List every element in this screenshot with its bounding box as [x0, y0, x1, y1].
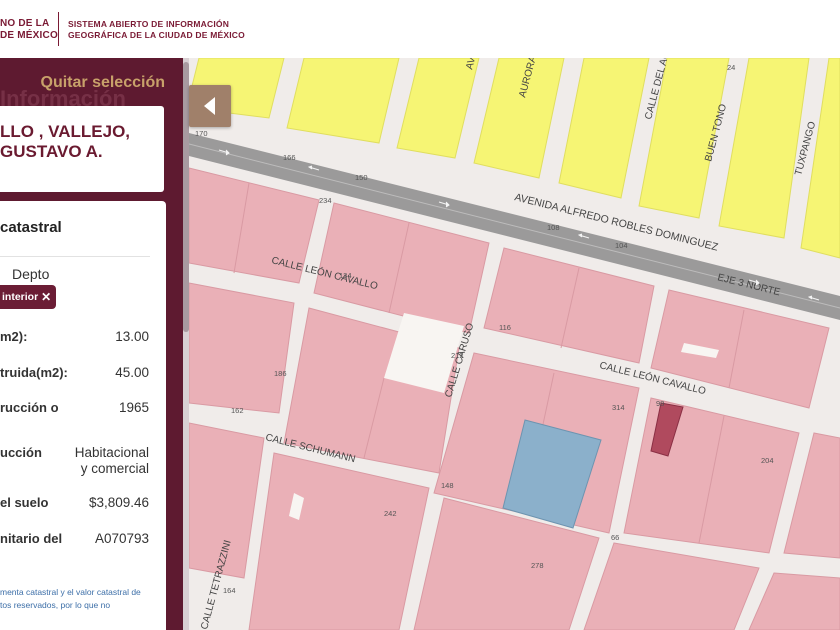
system-title-line1: SISTEMA ABIERTO DE INFORMACIÓN [68, 19, 230, 29]
house-number: 234 [319, 196, 332, 205]
address-line-1: LLO , VALLEJO, [0, 122, 131, 141]
close-icon[interactable]: ✕ [41, 290, 51, 304]
house-number: 162 [231, 406, 244, 415]
house-number: 116 [499, 323, 511, 332]
field-label-built-area: truida(m2): [0, 365, 68, 380]
site-header: NO DE LA DE MÉXICO SISTEMA ABIERTO DE IN… [0, 0, 840, 58]
chevron-left-icon [204, 97, 215, 115]
disclaimer-line1: menta catastral y el valor catastral de [0, 587, 141, 597]
field-value-construction-year: 1965 [118, 400, 149, 415]
house-number: 66 [611, 533, 619, 542]
house-number: 314 [612, 403, 625, 412]
field-label-unit-value: nitario del [0, 531, 63, 546]
chip-label: interior [2, 291, 39, 303]
disclaimer-line2: tos reservados, por lo que no [0, 600, 111, 610]
field-value-land-value: $3,809.46 [88, 495, 149, 510]
field-value-land-area: 13.00 [115, 329, 149, 344]
field-label-land-value: el suelo [0, 495, 49, 510]
address-line-2: GUSTAVO A. [0, 142, 103, 161]
map-canvas[interactable]: AVENIDA ALFREDO ROBLES DOMINGUEZ EJE 3 N… [189, 58, 840, 630]
disclaimer-note: menta catastral y el valor catastral de … [0, 586, 160, 612]
field-value-unit-value: A070793 [94, 531, 149, 546]
house-number: 134 [339, 271, 352, 280]
house-number: 186 [274, 369, 287, 378]
gov-logo-line2: DE MÉXICO [0, 30, 58, 41]
block[interactable] [286, 58, 400, 144]
house-number: 150 [355, 173, 368, 182]
header-divider [58, 12, 59, 46]
depto-label: Depto [12, 266, 50, 282]
block[interactable] [189, 282, 295, 414]
gov-logo-line1: NO DE LA [0, 18, 50, 29]
house-number: 148 [441, 481, 454, 490]
field-label-use: ucción [0, 445, 42, 460]
house-number: 278 [531, 561, 544, 570]
field-value-use: Habitacional y comercial [74, 445, 149, 476]
house-number: 212 [451, 351, 464, 360]
interior-filter-chip[interactable]: interior ✕ [0, 285, 56, 309]
field-label-land-area: m2): [0, 329, 28, 344]
info-sidebar: Quitar selección Información LLO , VALLE… [0, 58, 183, 630]
card-divider [0, 256, 150, 257]
cadastral-title: catastral [0, 219, 62, 236]
house-number: 170 [195, 129, 208, 138]
collapse-sidebar-button[interactable] [189, 85, 231, 127]
cadastral-card: catastral Depto interior ✕ m2): 13.00 tr… [0, 201, 166, 630]
house-number: 98 [656, 399, 664, 408]
house-number: 24 [727, 63, 735, 72]
address-card: LLO , VALLEJO, GUSTAVO A. [0, 106, 164, 192]
system-title-line2: GEOGRÁFICA DE LA CIUDAD DE MÉXICO [68, 30, 245, 40]
field-value-built-area: 45.00 [115, 365, 149, 380]
house-number: 164 [223, 586, 236, 595]
map-svg[interactable]: AVENIDA ALFREDO ROBLES DOMINGUEZ EJE 3 N… [189, 58, 840, 630]
house-number: 204 [761, 456, 774, 465]
house-number: 108 [547, 223, 560, 232]
field-label-construction-year: rucción o [0, 400, 59, 415]
house-number: 166 [283, 153, 296, 162]
house-number: 104 [615, 241, 628, 250]
